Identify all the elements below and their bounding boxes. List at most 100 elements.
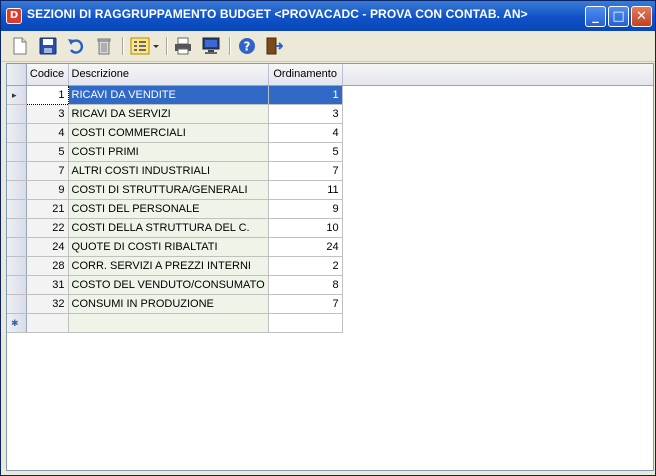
- cell-codice[interactable]: 4: [26, 123, 69, 143]
- row-selector[interactable]: [7, 199, 27, 219]
- cell-descrizione[interactable]: COSTI DELLA STRUTTURA DEL C.: [68, 218, 269, 238]
- save-button[interactable]: [37, 35, 59, 57]
- table-row[interactable]: 21 COSTI DEL PERSONALE 9: [7, 199, 343, 219]
- column-header-ordinamento[interactable]: Ordinamento: [268, 64, 343, 86]
- cell-codice[interactable]: 22: [26, 218, 69, 238]
- undo-button[interactable]: [65, 35, 87, 57]
- table-row[interactable]: 7 ALTRI COSTI INDUSTRIALI 7: [7, 161, 343, 181]
- list-view-dropdown-button[interactable]: [129, 35, 161, 57]
- cell-codice[interactable]: 28: [26, 256, 69, 276]
- cell-ordinamento[interactable]: 8: [268, 275, 343, 295]
- data-grid[interactable]: Codice Descrizione Ordinamento ▸ 1 RICAV…: [6, 63, 654, 471]
- current-row-marker-icon: ▸: [12, 89, 17, 100]
- save-icon: [39, 37, 57, 55]
- row-selector[interactable]: ▸: [7, 85, 27, 105]
- help-button[interactable]: ?: [236, 35, 258, 57]
- cell-ordinamento[interactable]: 5: [268, 142, 343, 162]
- app-icon[interactable]: D: [6, 8, 22, 24]
- exit-door-icon: [266, 37, 283, 55]
- cell-descrizione[interactable]: RICAVI DA VENDITE: [68, 85, 269, 105]
- window-title: SEZIONI DI RAGGRUPPAMENTO BUDGET <PROVAC…: [27, 7, 528, 21]
- cell-ordinamento[interactable]: 7: [268, 294, 343, 314]
- row-selector[interactable]: [7, 256, 27, 276]
- cell-codice[interactable]: 1: [25, 84, 69, 105]
- row-selector[interactable]: [7, 275, 27, 295]
- cell-ordinamento[interactable]: 2: [268, 256, 343, 276]
- row-selector[interactable]: [7, 142, 27, 162]
- cell-descrizione[interactable]: QUOTE DI COSTI RIBALTATI: [68, 237, 269, 257]
- table-row[interactable]: 4 COSTI COMMERCIALI 4: [7, 123, 343, 143]
- cell-descrizione[interactable]: ALTRI COSTI INDUSTRIALI: [68, 161, 269, 181]
- row-selector[interactable]: [7, 180, 27, 200]
- cell-descrizione[interactable]: COSTI COMMERCIALI: [68, 123, 269, 143]
- row-selector[interactable]: [7, 161, 27, 181]
- table-row[interactable]: 31 COSTO DEL VENDUTO/CONSUMATO 8: [7, 275, 343, 295]
- table-row[interactable]: 9 COSTI DI STRUTTURA/GENERALI 11: [7, 180, 343, 200]
- cell-codice[interactable]: 9: [26, 180, 69, 200]
- cell-descrizione[interactable]: COSTO DEL VENDUTO/CONSUMATO: [68, 275, 269, 295]
- printer-icon: [175, 37, 191, 55]
- cell-ordinamento[interactable]: 4: [268, 123, 343, 143]
- cell-descrizione-new[interactable]: [68, 313, 269, 333]
- cell-descrizione[interactable]: RICAVI DA SERVIZI: [68, 104, 269, 124]
- cell-descrizione[interactable]: COSTI DEL PERSONALE: [68, 199, 269, 219]
- column-header-descrizione[interactable]: Descrizione: [68, 64, 269, 86]
- cell-codice[interactable]: 7: [26, 161, 69, 181]
- new-row-asterisk-icon: ✱: [11, 317, 19, 328]
- print-button[interactable]: [172, 35, 194, 57]
- close-button[interactable]: ✕: [631, 6, 652, 27]
- row-selector[interactable]: ✱: [7, 313, 27, 333]
- cell-descrizione[interactable]: COSTI DI STRUTTURA/GENERALI: [68, 180, 269, 200]
- undo-icon: [68, 39, 84, 54]
- cell-descrizione[interactable]: CONSUMI IN PRODUZIONE: [68, 294, 269, 314]
- new-document-icon: [13, 37, 27, 55]
- row-selector[interactable]: [7, 294, 27, 314]
- cell-descrizione[interactable]: CORR. SERVIZI A PREZZI INTERNI: [68, 256, 269, 276]
- row-selector[interactable]: [7, 218, 27, 238]
- table-row[interactable]: 3 RICAVI DA SERVIZI 3: [7, 104, 343, 124]
- monitor-icon: [202, 37, 220, 54]
- delete-button[interactable]: [93, 35, 115, 57]
- row-selector[interactable]: [7, 237, 27, 257]
- toolbar-separator: [122, 37, 124, 55]
- cell-codice[interactable]: 3: [26, 104, 69, 124]
- cell-ordinamento[interactable]: 7: [268, 161, 343, 181]
- table-row[interactable]: 28 CORR. SERVIZI A PREZZI INTERNI 2: [7, 256, 343, 276]
- list-view-icon: [130, 37, 159, 55]
- table-row[interactable]: 5 COSTI PRIMI 5: [7, 142, 343, 162]
- cell-codice[interactable]: 5: [26, 142, 69, 162]
- cell-codice[interactable]: 31: [26, 275, 69, 295]
- header-filler: [323, 64, 653, 86]
- preview-button[interactable]: [200, 35, 222, 57]
- header-row: Codice Descrizione Ordinamento: [7, 64, 343, 86]
- cell-ordinamento[interactable]: 1: [268, 85, 343, 105]
- cell-descrizione[interactable]: COSTI PRIMI: [68, 142, 269, 162]
- cell-ordinamento[interactable]: 10: [268, 218, 343, 238]
- new-row[interactable]: ✱: [7, 313, 343, 333]
- cell-codice[interactable]: 21: [26, 199, 69, 219]
- maximize-button[interactable]: □: [608, 6, 629, 27]
- row-selector[interactable]: [7, 104, 27, 124]
- table-row[interactable]: 22 COSTI DELLA STRUTTURA DEL C. 10: [7, 218, 343, 238]
- row-selector[interactable]: [7, 123, 27, 143]
- cell-ordinamento[interactable]: 24: [268, 237, 343, 257]
- new-document-button[interactable]: [9, 35, 31, 57]
- exit-button[interactable]: [263, 35, 285, 57]
- cell-ordinamento-new[interactable]: [268, 313, 343, 333]
- table-row[interactable]: 24 QUOTE DI COSTI RIBALTATI 24: [7, 237, 343, 257]
- cell-ordinamento[interactable]: 11: [268, 180, 343, 200]
- cell-codice-new[interactable]: [26, 313, 69, 333]
- minimize-button[interactable]: _: [585, 6, 606, 27]
- column-header-codice[interactable]: Codice: [26, 64, 69, 86]
- table-row[interactable]: 32 CONSUMI IN PRODUZIONE 7: [7, 294, 343, 314]
- cell-codice[interactable]: 32: [26, 294, 69, 314]
- row-header-corner[interactable]: [7, 64, 27, 86]
- grid-table: Codice Descrizione Ordinamento ▸ 1 RICAV…: [7, 64, 343, 333]
- main-window: D SEZIONI DI RAGGRUPPAMENTO BUDGET <PROV…: [0, 0, 656, 476]
- title-bar[interactable]: D SEZIONI DI RAGGRUPPAMENTO BUDGET <PROV…: [1, 1, 655, 31]
- toolbar-separator: [229, 37, 231, 55]
- cell-codice[interactable]: 24: [26, 237, 69, 257]
- cell-ordinamento[interactable]: 3: [268, 104, 343, 124]
- cell-ordinamento[interactable]: 9: [268, 199, 343, 219]
- table-row[interactable]: ▸ 1 RICAVI DA VENDITE 1: [7, 84, 343, 105]
